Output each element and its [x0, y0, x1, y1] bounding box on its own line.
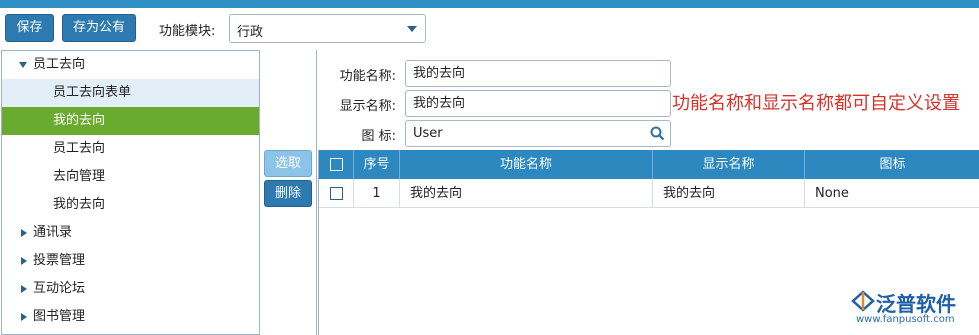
icon-input[interactable]: User: [405, 120, 671, 147]
header-index: 序号: [354, 150, 400, 179]
tree-node-label: 我的去向: [53, 197, 106, 212]
checkbox-icon[interactable]: [330, 158, 343, 171]
header-func-name: 功能名称: [400, 150, 653, 179]
module-tree: 员工去向 员工去向表单 我的去向 员工去向 去向管理 我的去向 通讯录 投票管理…: [1, 50, 260, 335]
table-header: 序号 功能名称 显示名称 图标: [319, 150, 979, 179]
cell-display-name: 我的去向: [653, 179, 805, 208]
tree-node-address-book[interactable]: 通讯录: [2, 219, 259, 247]
icon-input-value: User: [413, 126, 443, 141]
caret-down-icon: [19, 62, 27, 68]
display-name-label: 显示名称:: [339, 99, 396, 114]
caret-right-icon: [21, 257, 27, 265]
tree-leaf-my-whereabouts[interactable]: 我的去向: [2, 107, 259, 135]
tree-node-label: 我的去向: [53, 113, 106, 128]
caret-right-icon: [21, 313, 27, 321]
func-name-label: 功能名称:: [339, 69, 396, 84]
select-button[interactable]: 选取: [264, 150, 312, 177]
tree-node-label: 互动论坛: [33, 281, 86, 296]
chevron-down-icon: [407, 26, 417, 32]
tree-node-staff-whereabouts[interactable]: 员工去向: [2, 51, 259, 79]
table-row[interactable]: 1 我的去向 我的去向 None: [319, 179, 979, 208]
tree-node-label: 去向管理: [53, 169, 106, 184]
toolbar: 保存 存为公有 功能模块:: [0, 8, 979, 48]
tree-node-label: 通讯录: [33, 225, 73, 240]
module-label: 功能模块:: [159, 24, 216, 39]
row-select[interactable]: [319, 179, 354, 208]
display-name-input[interactable]: 我的去向: [405, 90, 671, 117]
delete-button[interactable]: 删除: [264, 180, 312, 207]
tree-leaf-staff-whereabouts[interactable]: 员工去向: [2, 135, 259, 163]
caret-right-icon: [21, 285, 27, 293]
logo-name: 泛普软件: [876, 292, 956, 316]
tree-leaf-staff-form[interactable]: 员工去向表单: [2, 79, 259, 107]
search-icon[interactable]: [650, 126, 665, 141]
brand-logo: 泛普软件 www.fanpusoft.com: [846, 288, 976, 328]
cell-func-name: 我的去向: [400, 179, 653, 208]
annotation-note: 功能名称和显示名称都可自定义设置: [672, 93, 960, 114]
logo-mark-icon: [851, 290, 875, 312]
top-accent-bar: [0, 0, 979, 8]
tree-leaf-my-whereabouts-2[interactable]: 我的去向: [2, 191, 259, 219]
module-select[interactable]: 行政: [229, 14, 426, 43]
tree-node-forum[interactable]: 互动论坛: [2, 275, 259, 303]
action-panel: 选取 删除: [261, 50, 317, 335]
module-select-value: 行政: [237, 25, 264, 40]
checkbox-icon[interactable]: [330, 187, 343, 200]
save-public-button[interactable]: 存为公有: [62, 14, 136, 42]
tree-node-voting[interactable]: 投票管理: [2, 247, 259, 275]
tree-node-label: 图书管理: [33, 309, 86, 324]
cell-index: 1: [354, 179, 400, 208]
header-icon: 图标: [879, 157, 906, 172]
tree-node-label: 员工去向: [33, 57, 86, 72]
logo-url: www.fanpusoft.com: [856, 314, 955, 325]
tree-node-label: 员工去向: [53, 141, 106, 156]
tree-node-label: 投票管理: [33, 253, 86, 268]
caret-right-icon: [21, 229, 27, 237]
func-name-input[interactable]: 我的去向: [405, 60, 671, 87]
header-display-name: 显示名称: [653, 150, 805, 179]
icon-label: 图 标:: [361, 129, 396, 144]
tree-node-library[interactable]: 图书管理: [2, 303, 259, 331]
save-button[interactable]: 保存: [5, 14, 54, 42]
tree-node-label: 员工去向表单: [53, 85, 132, 100]
header-select-all[interactable]: [319, 150, 354, 179]
cell-icon: None: [815, 186, 849, 201]
tree-leaf-whereabouts-management[interactable]: 去向管理: [2, 163, 259, 191]
